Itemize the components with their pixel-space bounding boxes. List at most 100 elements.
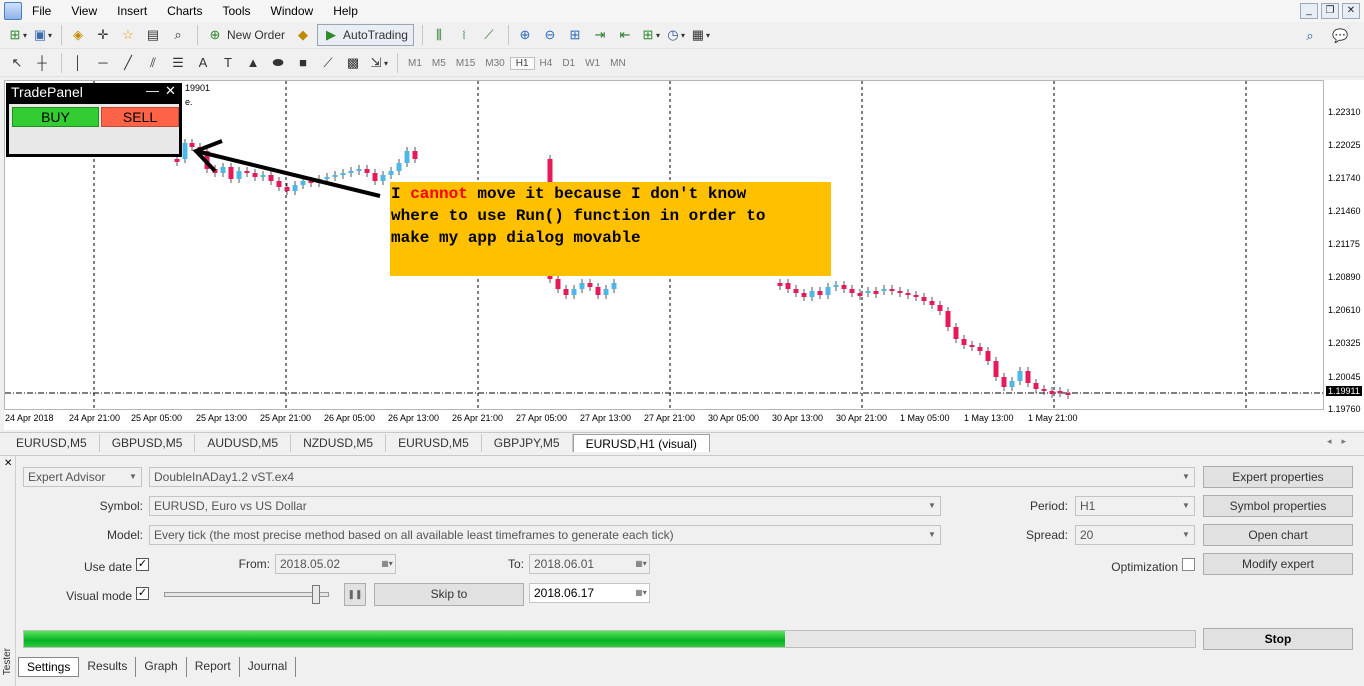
- line-chart-button[interactable]: ⟋: [478, 24, 500, 46]
- trendline-button[interactable]: ╱: [117, 52, 139, 74]
- new-chart-button[interactable]: ⊞ ▾: [6, 24, 28, 46]
- timeframe-m30[interactable]: M30: [480, 58, 509, 69]
- tab-graph[interactable]: Graph: [136, 657, 187, 677]
- zoom-in-button[interactable]: ⊕: [514, 24, 536, 46]
- autotrading-button[interactable]: ▶ AutoTrading: [317, 24, 414, 46]
- chart-tab[interactable]: NZDUSD,M5: [291, 434, 387, 452]
- new-order-button[interactable]: ⊕ New Order: [203, 24, 289, 46]
- profiles-button[interactable]: ▣ ▾: [31, 24, 53, 46]
- speed-slider-track[interactable]: [164, 592, 329, 597]
- trade-panel-title[interactable]: TradePanel: [11, 84, 83, 100]
- bar-chart-button[interactable]: ⫼: [428, 24, 450, 46]
- period-select[interactable]: H1 ▼: [1075, 496, 1195, 516]
- navigator-button[interactable]: ☆: [117, 24, 139, 46]
- chart-tab[interactable]: GBPJPY,M5: [482, 434, 573, 452]
- vertical-line-button[interactable]: │: [67, 52, 89, 74]
- chart-tab[interactable]: EURUSD,M5: [4, 434, 100, 452]
- optimization-checkbox[interactable]: [1182, 558, 1195, 571]
- strategy-tester-button[interactable]: ⌕: [167, 24, 189, 46]
- chart-shift-button[interactable]: ⇤: [614, 24, 636, 46]
- cursor-button[interactable]: ↖: [6, 52, 28, 74]
- timeframe-mn[interactable]: MN: [605, 58, 631, 69]
- channel-button[interactable]: ⫽: [142, 52, 164, 74]
- pause-button[interactable]: ❚❚: [344, 583, 366, 606]
- expert-properties-button[interactable]: Expert properties: [1203, 466, 1353, 488]
- timeframe-m5[interactable]: M5: [427, 58, 451, 69]
- crosshair-button[interactable]: ┼: [31, 52, 53, 74]
- to-date-field[interactable]: 2018.06.01 ▦▾: [529, 554, 650, 574]
- menu-view[interactable]: View: [61, 0, 107, 22]
- menu-help[interactable]: Help: [323, 0, 368, 22]
- model-select[interactable]: Every tick (the most precise method base…: [149, 525, 941, 545]
- trade-panel-dialog[interactable]: TradePanel — ✕ BUY SELL: [6, 83, 182, 157]
- spread-select[interactable]: 20 ▼: [1075, 525, 1195, 545]
- timeframe-w1[interactable]: W1: [580, 58, 605, 69]
- timeframe-m1[interactable]: M1: [403, 58, 427, 69]
- menu-window[interactable]: Window: [261, 0, 324, 22]
- text-label-button[interactable]: T: [217, 52, 239, 74]
- rectangle-button[interactable]: ■: [292, 52, 314, 74]
- from-date-field[interactable]: 2018.05.02 ▦▾: [275, 554, 396, 574]
- tab-scroll-arrows[interactable]: ◂▸: [1327, 436, 1356, 447]
- periods-button[interactable]: ◷ ▾: [664, 24, 686, 46]
- grid-button[interactable]: ▩: [342, 52, 364, 74]
- templates-button[interactable]: ▦ ▾: [689, 24, 711, 46]
- market-watch-button[interactable]: ◈: [67, 24, 89, 46]
- close-icon[interactable]: ✕: [1342, 3, 1360, 19]
- search-button[interactable]: ⌕: [1299, 25, 1321, 47]
- chart-tab[interactable]: GBPUSD,M5: [100, 434, 196, 452]
- menu-tools[interactable]: Tools: [213, 0, 261, 22]
- timeframe-h1[interactable]: H1: [509, 56, 535, 70]
- stop-button[interactable]: Stop: [1203, 628, 1353, 650]
- buy-button[interactable]: BUY: [12, 107, 99, 127]
- fibonacci-button[interactable]: ☰: [167, 52, 189, 74]
- menu-charts[interactable]: Charts: [157, 0, 212, 22]
- skip-date-field[interactable]: 2018.06.17 ▦▾: [529, 583, 650, 603]
- metaeditor-button[interactable]: ◆: [292, 24, 314, 46]
- zoom-out-button[interactable]: ⊖: [539, 24, 561, 46]
- close-icon[interactable]: ✕: [165, 83, 176, 99]
- ellipse-button[interactable]: ⬬: [267, 52, 289, 74]
- symbol-select[interactable]: EURUSD, Euro vs US Dollar ▼: [149, 496, 941, 516]
- data-window-button[interactable]: ✛: [92, 24, 114, 46]
- terminal-button[interactable]: ▤: [142, 24, 164, 46]
- close-icon[interactable]: ✕: [4, 458, 12, 469]
- expert-type-select[interactable]: Expert Advisor ▼: [23, 467, 142, 487]
- chart-tab-active[interactable]: EURUSD,H1 (visual): [572, 434, 710, 452]
- speed-slider-handle[interactable]: [312, 585, 320, 604]
- tab-journal[interactable]: Journal: [240, 657, 297, 677]
- triangle-button[interactable]: ▲: [242, 52, 264, 74]
- use-date-checkbox[interactable]: ✓: [136, 558, 149, 571]
- autoscroll-button[interactable]: ⇥: [589, 24, 611, 46]
- terminal-icon: ▤: [146, 27, 160, 42]
- fibo-fan-button[interactable]: ⟋: [317, 52, 339, 74]
- menu-insert[interactable]: Insert: [107, 0, 157, 22]
- minimize-icon[interactable]: —: [146, 83, 159, 98]
- candle-body: [849, 289, 855, 293]
- candlesticks-button[interactable]: ⧙: [453, 24, 475, 46]
- timeframe-m15[interactable]: M15: [451, 58, 480, 69]
- text-button[interactable]: A: [192, 52, 214, 74]
- chart-tab[interactable]: AUDUSD,M5: [195, 434, 292, 452]
- visual-mode-checkbox[interactable]: ✓: [136, 587, 149, 600]
- tab-results[interactable]: Results: [79, 657, 137, 677]
- modify-expert-button[interactable]: Modify expert: [1203, 553, 1353, 575]
- arrows-button[interactable]: ⇲ ▾: [367, 52, 389, 74]
- tile-windows-button[interactable]: ⊞: [564, 24, 586, 46]
- timeframe-h4[interactable]: H4: [535, 58, 558, 69]
- expert-file-select[interactable]: DoubleInADay1.2 vST.ex4 ▼: [149, 467, 1195, 487]
- horizontal-line-button[interactable]: ─: [92, 52, 114, 74]
- tab-report[interactable]: Report: [187, 657, 240, 677]
- chat-button[interactable]: 💬: [1329, 25, 1351, 47]
- tab-settings[interactable]: Settings: [18, 657, 80, 677]
- symbol-properties-button[interactable]: Symbol properties: [1203, 495, 1353, 517]
- indicators-button[interactable]: ⊞ ▾: [639, 24, 661, 46]
- restore-icon[interactable]: ❐: [1321, 3, 1339, 19]
- timeframe-d1[interactable]: D1: [557, 58, 580, 69]
- open-chart-button[interactable]: Open chart: [1203, 524, 1353, 546]
- minimize-icon[interactable]: _: [1300, 3, 1318, 19]
- menu-file[interactable]: File: [22, 0, 61, 22]
- skip-to-button[interactable]: Skip to: [374, 583, 524, 606]
- chart-tab[interactable]: EURUSD,M5: [386, 434, 482, 452]
- sell-button[interactable]: SELL: [101, 107, 179, 127]
